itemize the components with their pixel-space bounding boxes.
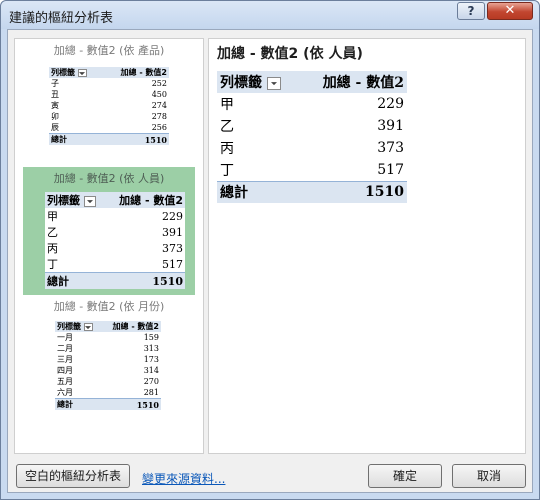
mini-header-row: 列標籤 加總 - 數值2 <box>49 67 169 78</box>
suggestion-item-by-product[interactable]: 加總 - 數值2 (依 產品) 列標籤 加總 - 數值2 子 252 丑 450 寅… <box>15 39 203 167</box>
table-row: 三月 173 <box>57 355 159 364</box>
dialog-title: 建議的樞紐分析表 <box>9 11 114 26</box>
cancel-button[interactable]: 取消 <box>452 464 526 488</box>
suggestion-caption: 加總 - 數值2 (依 月份) <box>53 300 165 313</box>
table-row: 五月 270 <box>57 377 159 386</box>
value-header: 加總 - 數值2 <box>299 71 407 93</box>
table-row: 辰 256 <box>51 123 167 132</box>
table-row: 二月 313 <box>57 344 159 353</box>
filter-dropdown-icon <box>266 76 281 90</box>
table-row: 丙 373 <box>47 241 183 256</box>
change-source-link[interactable]: 變更來源資料... <box>142 470 225 487</box>
preview-pivot-table: 列標籤 加總 - 數值2 甲 229 乙 391 丙 373 丁 517 總計 1510 <box>217 71 407 203</box>
filter-dropdown-icon <box>83 195 96 207</box>
mini-pivot-table: 列標籤 加總 - 數值2 子 252 丑 450 寅 274 卯 278 辰 256 總計… <box>49 67 169 145</box>
table-row: 丑 450 <box>51 90 167 99</box>
table-row: 乙 391 <box>220 118 404 135</box>
mini-pivot-table: 列標籤 加總 - 數值2 甲 229 乙 391 丙 373 丁 517 總計 1510 <box>45 192 185 289</box>
help-button[interactable]: ? <box>457 2 485 20</box>
table-row: 六月 281 <box>57 388 159 397</box>
mini-header-row: 列標籤 加總 - 數值2 <box>45 192 185 208</box>
table-row: 丁 517 <box>220 161 404 179</box>
row-labels-header: 列標籤 <box>57 322 81 331</box>
row-labels-header: 列標籤 <box>51 68 75 77</box>
preview-title: 加總 - 數值2 (依 人員) <box>217 46 363 62</box>
total-row: 總計 1510 <box>49 133 169 145</box>
table-row: 寅 274 <box>51 101 167 110</box>
suggestion-item-by-month[interactable]: 加總 - 數值2 (依 月份) 列標籤 加總 - 數值2 一月 159 二月 313… <box>15 295 203 425</box>
suggestion-caption: 加總 - 數值2 (依 人員) <box>53 172 165 185</box>
table-row: 卯 278 <box>51 112 167 121</box>
table-row: 甲 229 <box>47 209 183 224</box>
filter-dropdown-icon <box>77 68 87 77</box>
table-row: 丙 373 <box>220 140 404 157</box>
suggestion-item-by-person[interactable]: 加總 - 數值2 (依 人員) 列標籤 加總 - 數值2 甲 229 乙 391 丙… <box>23 167 195 295</box>
total-row: 總計 1510 <box>45 272 185 289</box>
table-row: 一月 159 <box>57 333 159 342</box>
filter-dropdown-icon <box>83 322 93 331</box>
ok-button[interactable]: 確定 <box>368 464 442 488</box>
total-row: 總計 1510 <box>55 398 161 410</box>
value-header: 加總 - 數值2 <box>106 192 185 208</box>
value-header: 加總 - 數值2 <box>101 321 161 332</box>
blank-pivot-button[interactable]: 空白的樞紐分析表 <box>16 464 130 488</box>
table-row: 丁 517 <box>47 257 183 272</box>
preview-panel: 加總 - 數值2 (依 人員) 列標籤 加總 - 數值2 甲 229 乙 391 丙… <box>208 38 526 454</box>
mini-pivot-table: 列標籤 加總 - 數值2 一月 159 二月 313 三月 173 四月 314 五月 2… <box>55 321 161 410</box>
dialog-client-area: 加總 - 數值2 (依 產品) 列標籤 加總 - 數值2 子 252 丑 450 寅… <box>7 29 533 493</box>
suggestion-caption: 加總 - 數值2 (依 產品) <box>53 44 165 57</box>
table-row: 四月 314 <box>57 366 159 375</box>
suggestions-list[interactable]: 加總 - 數值2 (依 產品) 列標籤 加總 - 數值2 子 252 丑 450 寅… <box>14 38 204 454</box>
title-bar[interactable]: 建議的樞紐分析表 ? ✕ <box>1 1 539 29</box>
close-button[interactable]: ✕ <box>487 2 533 20</box>
value-header: 加總 - 數值2 <box>101 67 169 78</box>
row-labels-header: 列標籤 <box>47 194 80 207</box>
table-row: 乙 391 <box>47 225 183 240</box>
table-row: 甲 229 <box>220 96 404 113</box>
total-row: 總計 1510 <box>217 180 407 203</box>
mini-header-row: 列標籤 加總 - 數值2 <box>55 321 161 332</box>
table-row: 子 252 <box>51 79 167 88</box>
dialog-window: 建議的樞紐分析表 ? ✕ 加總 - 數值2 (依 產品) 列標籤 加總 - 數值… <box>0 0 540 500</box>
row-labels-header: 列標籤 <box>220 75 262 91</box>
preview-header-row: 列標籤 加總 - 數值2 <box>217 71 407 93</box>
